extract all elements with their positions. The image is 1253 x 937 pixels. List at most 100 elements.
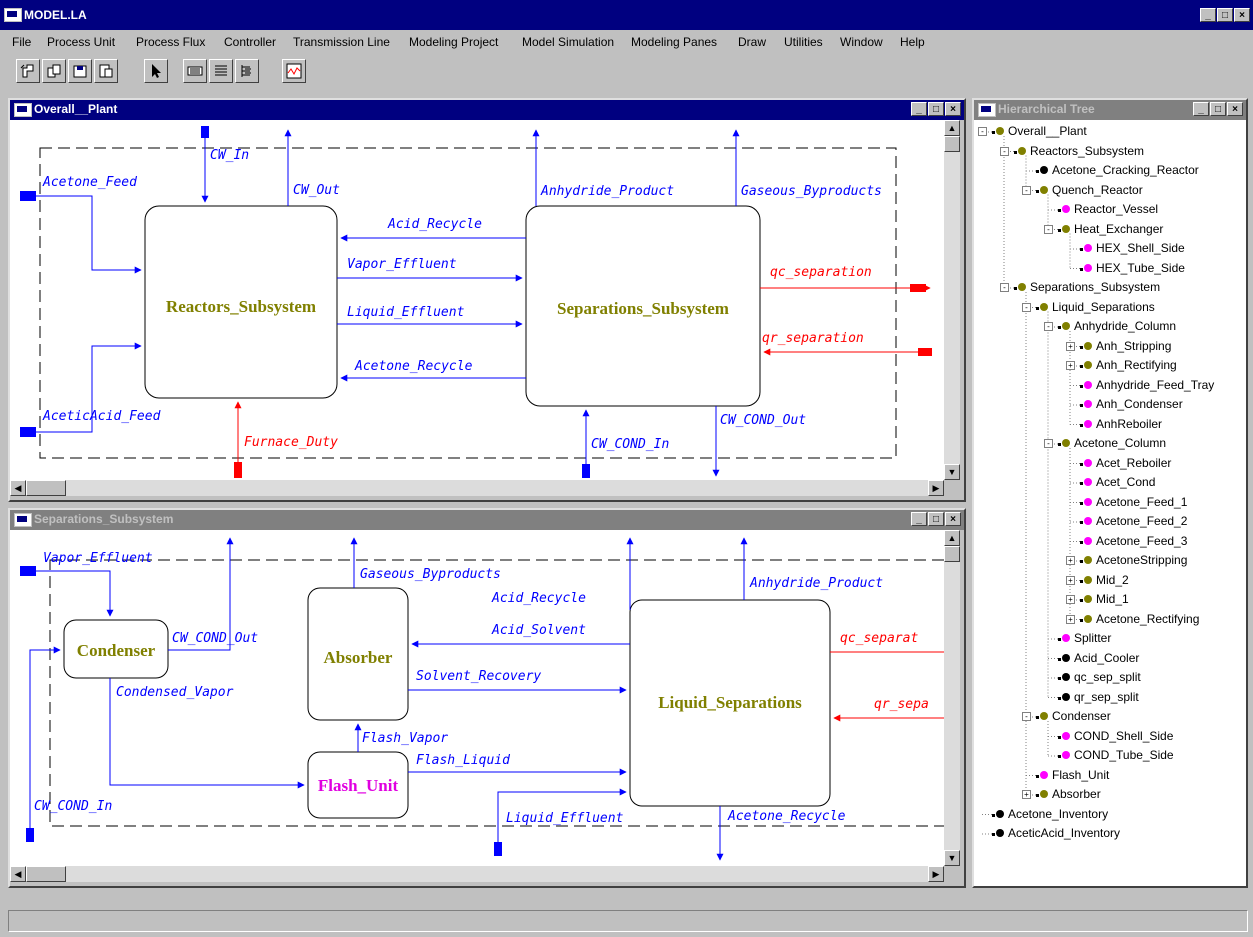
- collapse-icon[interactable]: -: [1000, 146, 1009, 156]
- close-button[interactable]: ×: [945, 102, 961, 116]
- collapse-icon[interactable]: -: [1044, 224, 1053, 234]
- collapse-icon[interactable]: -: [1022, 302, 1031, 312]
- minimize-button[interactable]: _: [911, 102, 927, 116]
- vertical-scrollbar[interactable]: ▲ ▼: [944, 530, 960, 866]
- tree-node[interactable]: COND_Shell_Side: [1058, 729, 1173, 743]
- qr-separation-port[interactable]: [918, 348, 932, 356]
- scroll-left-button[interactable]: ◀: [10, 866, 26, 882]
- tree-node[interactable]: Condenser: [1036, 709, 1111, 723]
- tree-node[interactable]: Mid_2: [1080, 573, 1129, 587]
- tree-node[interactable]: HEX_Tube_Side: [1080, 261, 1185, 275]
- collapse-icon[interactable]: -: [1022, 185, 1031, 195]
- tree-node[interactable]: Acetone_Feed_2: [1080, 514, 1187, 528]
- tree-node[interactable]: Flash_Unit: [1036, 768, 1109, 782]
- scroll-up-button[interactable]: ▲: [944, 120, 960, 136]
- separations-subsystem-canvas[interactable]: Condenser Absorber Flash_Unit Liquid_Sep…: [10, 530, 944, 866]
- menu-utilities[interactable]: Utilities: [784, 35, 823, 49]
- liquid-effluent-port[interactable]: [494, 842, 502, 856]
- tree-node[interactable]: Quench_Reactor: [1036, 183, 1143, 197]
- scroll-right-button[interactable]: ▶: [928, 866, 944, 882]
- tree-node[interactable]: Acetone_Inventory: [992, 807, 1108, 821]
- horizontal-scrollbar[interactable]: ◀ ▶: [10, 866, 944, 882]
- expand-icon[interactable]: +: [1066, 556, 1075, 565]
- cw-cond-in-port[interactable]: [582, 464, 590, 478]
- new-button[interactable]: [16, 59, 40, 83]
- minimize-button[interactable]: _: [1193, 102, 1209, 116]
- scroll-down-button[interactable]: ▼: [944, 850, 960, 866]
- tree-node[interactable]: Reactor_Vessel: [1058, 202, 1158, 216]
- expand-icon[interactable]: +: [1066, 614, 1075, 624]
- menu-modeling-panes[interactable]: Modeling Panes: [631, 35, 717, 49]
- tree-node[interactable]: Mid_1: [1080, 592, 1129, 606]
- tree-view[interactable]: Overall__Plant - Reactors_Subsystem - Aceton…: [974, 120, 1246, 886]
- tree-node[interactable]: Liquid_Separations: [1036, 300, 1155, 314]
- menu-help[interactable]: Help: [900, 35, 925, 49]
- tree-node[interactable]: Heat_Exchanger: [1058, 222, 1163, 236]
- scroll-down-button[interactable]: ▼: [944, 464, 960, 480]
- minimize-button[interactable]: _: [911, 512, 927, 526]
- menu-transmission-line[interactable]: Transmission Line: [293, 35, 390, 49]
- scroll-left-button[interactable]: ◀: [10, 480, 26, 496]
- tree-node[interactable]: Anh_Stripping: [1080, 339, 1171, 353]
- scroll-right-button[interactable]: ▶: [928, 480, 944, 496]
- horizontal-scrollbar[interactable]: ◀ ▶: [10, 480, 944, 496]
- tree-node[interactable]: AceticAcid_Inventory: [992, 826, 1120, 840]
- tree-node[interactable]: Reactors_Subsystem: [1014, 144, 1144, 158]
- expand-icon[interactable]: +: [1066, 595, 1075, 604]
- furnace-duty-port[interactable]: [234, 462, 242, 478]
- menu-modeling-project[interactable]: Modeling Project: [409, 35, 498, 49]
- expand-icon[interactable]: +: [1066, 361, 1075, 370]
- scroll-thumb[interactable]: [26, 480, 66, 496]
- close-button[interactable]: ×: [1234, 8, 1250, 22]
- tree-node[interactable]: Overall__Plant: [992, 124, 1087, 138]
- vertical-scrollbar[interactable]: ▲ ▼: [944, 120, 960, 480]
- tree-node[interactable]: AnhReboiler: [1080, 417, 1162, 431]
- scroll-thumb[interactable]: [944, 136, 960, 152]
- menu-controller[interactable]: Controller: [224, 35, 276, 49]
- collapse-icon[interactable]: -: [978, 127, 987, 136]
- cw-cond-in-port[interactable]: [26, 828, 34, 842]
- collapse-icon[interactable]: -: [1000, 283, 1009, 292]
- qc-separation-port[interactable]: [910, 284, 926, 292]
- expand-icon[interactable]: +: [1022, 790, 1031, 799]
- menu-file[interactable]: File: [12, 35, 31, 49]
- tree-node[interactable]: Acetone_Feed_1: [1080, 495, 1187, 509]
- tree-node[interactable]: qr_sep_split: [1058, 690, 1139, 704]
- close-button[interactable]: ×: [945, 512, 961, 526]
- tree-button[interactable]: [235, 59, 259, 83]
- tree-node[interactable]: Acetone_Cracking_Reactor: [1036, 163, 1199, 177]
- tree-node[interactable]: Acet_Cond: [1080, 475, 1155, 489]
- keyboard-button[interactable]: [183, 59, 207, 83]
- tree-node[interactable]: COND_Tube_Side: [1058, 748, 1174, 762]
- tree-node[interactable]: AcetoneStripping: [1080, 553, 1187, 567]
- pointer-button[interactable]: [144, 59, 168, 83]
- tree-node[interactable]: Absorber: [1036, 787, 1101, 801]
- tree-node[interactable]: HEX_Shell_Side: [1080, 241, 1185, 255]
- tree-node[interactable]: Acetone_Column: [1058, 436, 1166, 450]
- collapse-icon[interactable]: -: [1044, 439, 1053, 448]
- hierarchical-tree-titlebar[interactable]: Hierarchical Tree _ □ ×: [974, 100, 1246, 120]
- open-button[interactable]: [42, 59, 66, 83]
- maximize-button[interactable]: □: [928, 512, 944, 526]
- tree-node[interactable]: Splitter: [1058, 631, 1111, 645]
- tree-node[interactable]: Anh_Rectifying: [1080, 358, 1177, 372]
- list-button[interactable]: [209, 59, 233, 83]
- tree-node[interactable]: Anh_Condenser: [1080, 397, 1183, 411]
- maximize-button[interactable]: □: [1210, 102, 1226, 116]
- separations-subsystem-titlebar[interactable]: Separations_Subsystem _ □ ×: [10, 510, 964, 530]
- acetone-feed-port[interactable]: [20, 191, 36, 201]
- maximize-button[interactable]: □: [1217, 8, 1233, 22]
- save-button[interactable]: [68, 59, 92, 83]
- menu-draw[interactable]: Draw: [738, 35, 766, 49]
- cw-in-port[interactable]: [201, 126, 209, 138]
- aceticacid-feed-port[interactable]: [20, 427, 36, 437]
- maximize-button[interactable]: □: [928, 102, 944, 116]
- tree-node[interactable]: Acetone_Feed_3: [1080, 534, 1187, 548]
- overall-plant-titlebar[interactable]: Overall__Plant _ □ ×: [10, 100, 964, 120]
- menu-process-unit[interactable]: Process Unit: [47, 35, 115, 49]
- tree-node[interactable]: Anhydride_Column: [1058, 319, 1176, 333]
- collapse-icon[interactable]: -: [1044, 322, 1053, 331]
- minimize-button[interactable]: _: [1200, 8, 1216, 22]
- menu-process-flux[interactable]: Process Flux: [136, 35, 205, 49]
- expand-icon[interactable]: +: [1066, 341, 1075, 351]
